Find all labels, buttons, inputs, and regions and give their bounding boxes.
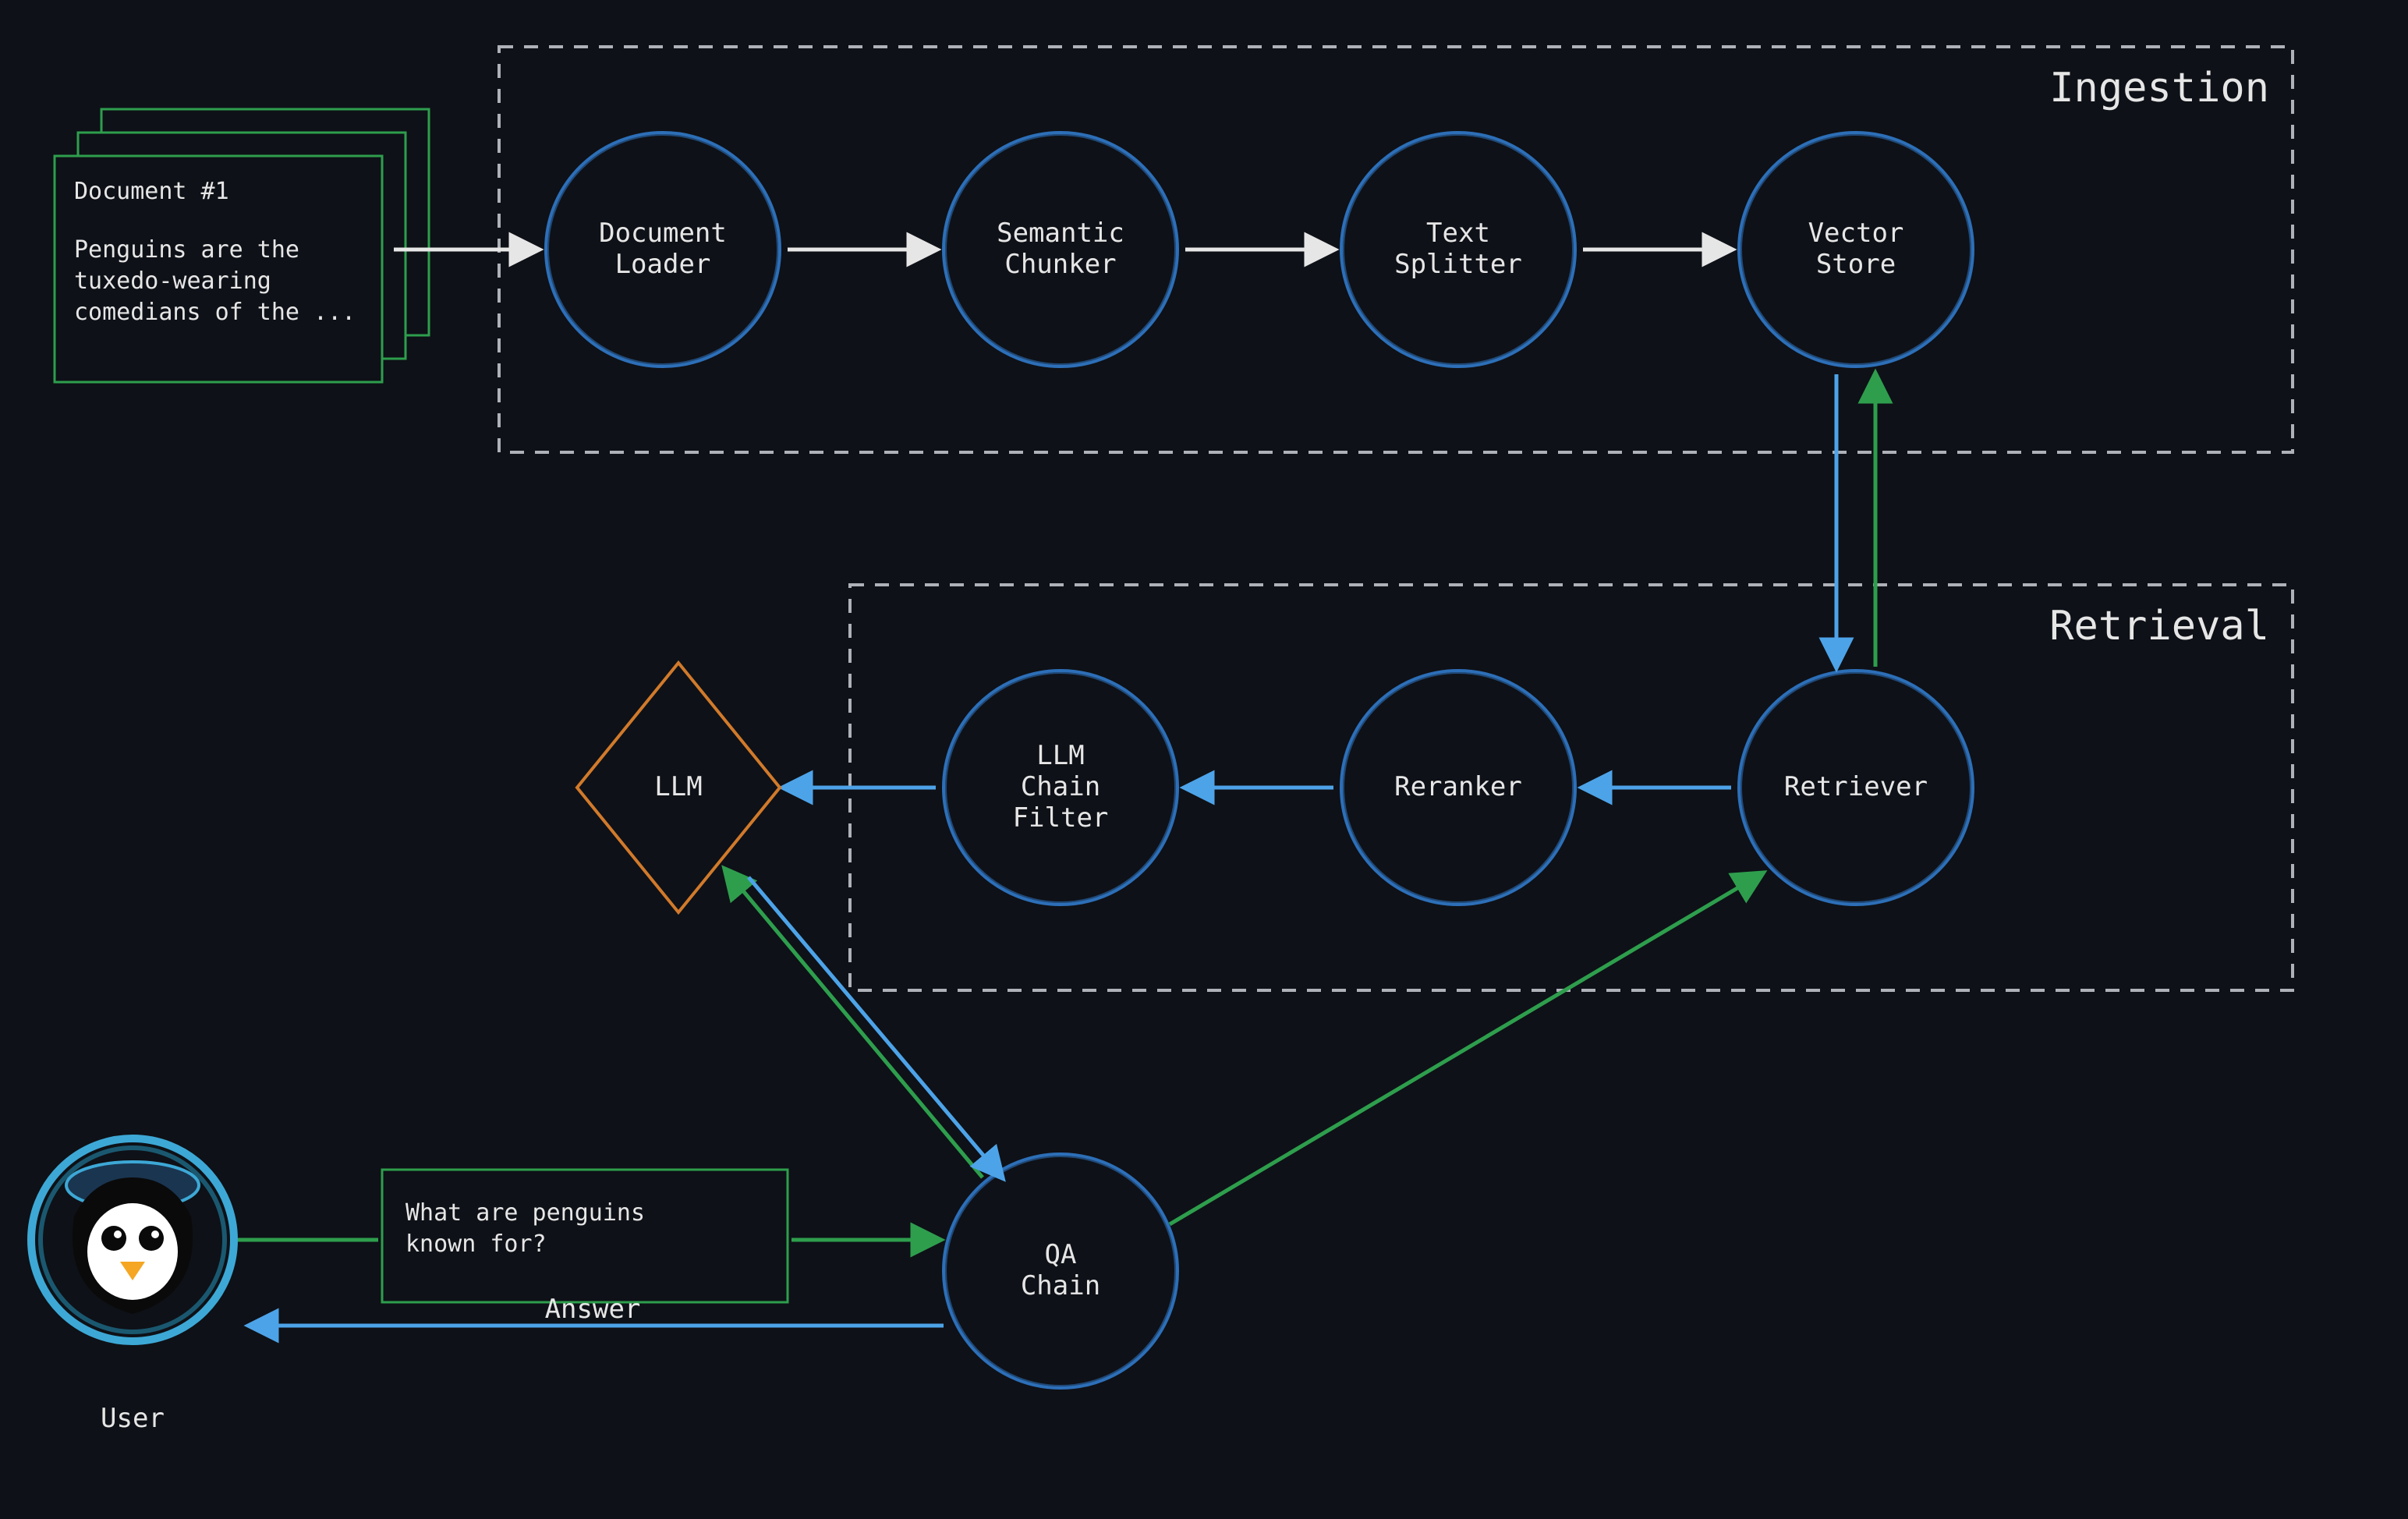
document-stack: Document #1 Penguins are the tuxedo-wear…: [55, 109, 429, 382]
retriever-l1: Retriever: [1784, 771, 1928, 802]
node-text-splitter: Text Splitter: [1341, 133, 1575, 366]
node-llm: LLM: [577, 663, 780, 912]
arrow-qachain-to-llm: [725, 869, 983, 1177]
llm-l1: LLM: [654, 771, 702, 802]
document-loader-l2: Loader: [615, 249, 711, 280]
llm-chain-filter-l1: LLM: [1036, 740, 1084, 771]
llm-chain-filter-l2: Chain: [1021, 771, 1100, 802]
arrow-llm-to-qachain: [749, 877, 1002, 1177]
document-body-l1: Penguins are the: [74, 236, 299, 264]
semantic-chunker-l1: Semantic: [997, 218, 1124, 249]
node-semantic-chunker: Semantic Chunker: [944, 133, 1177, 366]
node-document-loader: Document Loader: [546, 133, 780, 366]
query-text-l1: What are penguins: [405, 1199, 645, 1227]
arrow-qachain-to-retriever: [1170, 873, 1762, 1224]
node-llm-chain-filter: LLM Chain Filter: [944, 671, 1177, 905]
query-text-l2: known for?: [405, 1230, 547, 1258]
qa-chain-l2: Chain: [1021, 1270, 1100, 1301]
semantic-chunker-l2: Chunker: [1004, 249, 1116, 280]
node-vector-store: Vector Store: [1739, 133, 1973, 366]
reranker-l1: Reranker: [1394, 771, 1522, 802]
node-reranker: Reranker: [1341, 671, 1575, 905]
text-splitter-l1: Text: [1426, 218, 1490, 249]
document-loader-l1: Document: [599, 218, 727, 249]
diagram-canvas: Ingestion Retrieval Document #1 Penguins…: [0, 0, 2408, 1519]
ingestion-title: Ingestion: [2049, 65, 2269, 112]
user-avatar: [31, 1138, 234, 1341]
vector-store-l2: Store: [1816, 249, 1896, 280]
llm-chain-filter-l3: Filter: [1013, 802, 1109, 834]
node-qa-chain: QA Chain: [944, 1154, 1177, 1388]
answer-label: Answer: [545, 1294, 641, 1325]
vector-store-l1: Vector: [1808, 218, 1904, 249]
document-title: Document #1: [74, 178, 229, 205]
document-body-l3: comedians of the ...: [74, 299, 356, 326]
user-label: User: [101, 1403, 165, 1434]
node-retriever: Retriever: [1739, 671, 1973, 905]
qa-chain-l1: QA: [1045, 1239, 1077, 1270]
retrieval-title: Retrieval: [2049, 603, 2269, 650]
document-body-l2: tuxedo-wearing: [74, 267, 271, 295]
text-splitter-l2: Splitter: [1394, 249, 1522, 280]
